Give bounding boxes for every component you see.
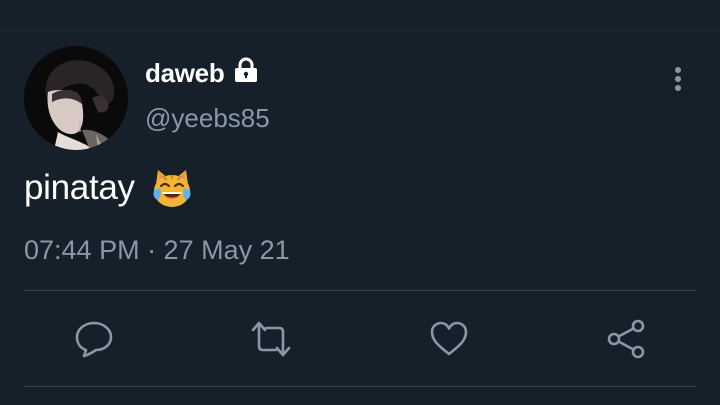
heart-icon — [430, 321, 468, 356]
reply-button[interactable] — [73, 318, 115, 360]
divider — [24, 290, 696, 291]
avatar[interactable] — [24, 46, 128, 150]
reply-icon — [75, 321, 113, 358]
cat-with-tears-of-joy-icon — [150, 166, 194, 210]
more-options-icon[interactable] — [664, 64, 692, 96]
share-icon — [607, 319, 645, 359]
top-divider — [0, 30, 720, 31]
display-name[interactable]: daweb — [145, 58, 225, 88]
tweet-text: pinatay — [24, 168, 135, 207]
tweet-timestamp[interactable]: 07:44 PM · 27 May 21 — [24, 234, 290, 266]
lock-icon — [232, 56, 260, 84]
retweet-icon — [251, 321, 291, 357]
share-button[interactable] — [605, 318, 647, 360]
divider — [24, 386, 696, 387]
user-handle[interactable]: @yeebs85 — [145, 103, 270, 133]
retweet-button[interactable] — [250, 318, 292, 360]
like-button[interactable] — [428, 318, 470, 360]
